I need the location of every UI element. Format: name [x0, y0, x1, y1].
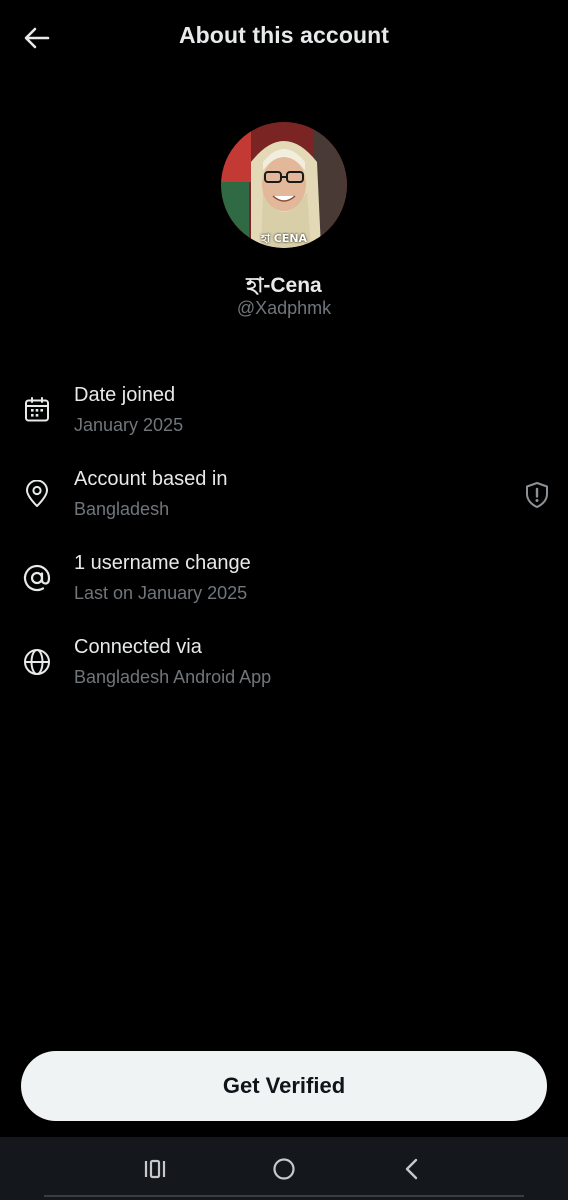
globe-icon: [21, 646, 53, 678]
back-icon: [405, 1158, 418, 1180]
shield-alert-icon: [526, 482, 548, 508]
top-app-bar: About this account: [0, 0, 568, 76]
recent-apps-icon: [144, 1159, 166, 1179]
row-title: Account based in: [74, 468, 228, 490]
location-pin-icon: [21, 478, 53, 510]
system-back-button[interactable]: [389, 1149, 435, 1189]
recent-apps-button[interactable]: [132, 1149, 178, 1189]
row-subtitle: Bangladesh: [74, 499, 170, 519]
home-icon: [273, 1158, 295, 1180]
info-row-account-based-in: Account based in Bangladesh: [0, 468, 568, 538]
info-row-connected-via: Connected via Bangladesh Android App: [0, 636, 568, 706]
row-subtitle: January 2025: [74, 415, 184, 435]
row-subtitle: Last on January 2025: [74, 583, 248, 603]
nav-bar-divider: [44, 1195, 524, 1197]
row-title: Date joined: [74, 384, 176, 406]
calendar-icon: [21, 394, 53, 426]
at-sign-icon: [21, 562, 53, 594]
avatar-caption: হা CENA: [260, 232, 308, 245]
system-navigation-bar: [0, 1137, 568, 1200]
row-title: 1 username change: [74, 552, 251, 574]
info-row-date-joined: Date joined January 2025: [0, 384, 568, 454]
home-button[interactable]: [261, 1149, 307, 1189]
get-verified-label: Get Verified: [222, 1073, 346, 1098]
about-account-screen: About this account হা CENA হা-Cena @Xadp…: [0, 0, 568, 1200]
row-title: Connected via: [74, 636, 202, 658]
location-info-button[interactable]: [520, 478, 554, 512]
user-handle: @Xadphmk: [236, 298, 332, 318]
avatar[interactable]: হা CENA: [221, 122, 347, 248]
page-title: About this account: [178, 22, 390, 48]
info-row-username-change: 1 username change Last on January 2025: [0, 552, 568, 622]
get-verified-button[interactable]: Get Verified: [21, 1051, 547, 1121]
row-subtitle: Bangladesh Android App: [74, 667, 272, 687]
